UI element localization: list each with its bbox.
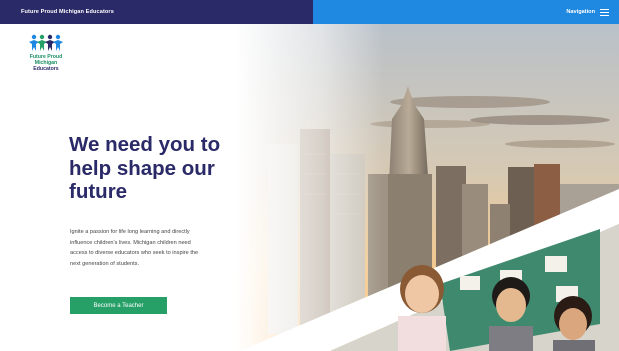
site-title-bar: Future Proud Michigan Educators xyxy=(0,0,313,24)
description-line: influence children's lives. Michigan chi… xyxy=(70,239,191,246)
hamburger-line xyxy=(600,8,609,10)
headline-line: help shape our xyxy=(69,156,215,180)
become-a-teacher-button[interactable]: Become a Teacher xyxy=(70,297,167,314)
people-figures-icon xyxy=(29,34,63,51)
top-bar: Future Proud Michigan Educators Navigati… xyxy=(0,0,619,24)
logo-text: Future Proud Michigan Educators xyxy=(30,54,63,73)
hamburger-line xyxy=(600,14,609,16)
site-title[interactable]: Future Proud Michigan Educators xyxy=(21,9,114,15)
description-line: next generation of students. xyxy=(70,260,140,267)
navigation-toggle[interactable]: Navigation xyxy=(566,8,609,16)
hamburger-line xyxy=(600,11,609,13)
headline-line: future xyxy=(69,180,128,203)
hero-headline: We need you to help shape our future xyxy=(69,133,269,204)
description-line: Ignite a passion for life long learning … xyxy=(70,229,190,235)
navigation-bar: Navigation xyxy=(313,0,619,24)
description-line: access to diverse educators who seek to … xyxy=(70,250,199,256)
hamburger-icon[interactable] xyxy=(600,8,609,16)
logo-line-3: Educators xyxy=(33,66,59,73)
hero-description: Ignite a passion for life long learning … xyxy=(70,227,260,269)
navigation-label: Navigation xyxy=(566,9,595,15)
headline-line: We need you to xyxy=(69,133,221,156)
logo[interactable]: Future Proud Michigan Educators xyxy=(19,34,73,84)
